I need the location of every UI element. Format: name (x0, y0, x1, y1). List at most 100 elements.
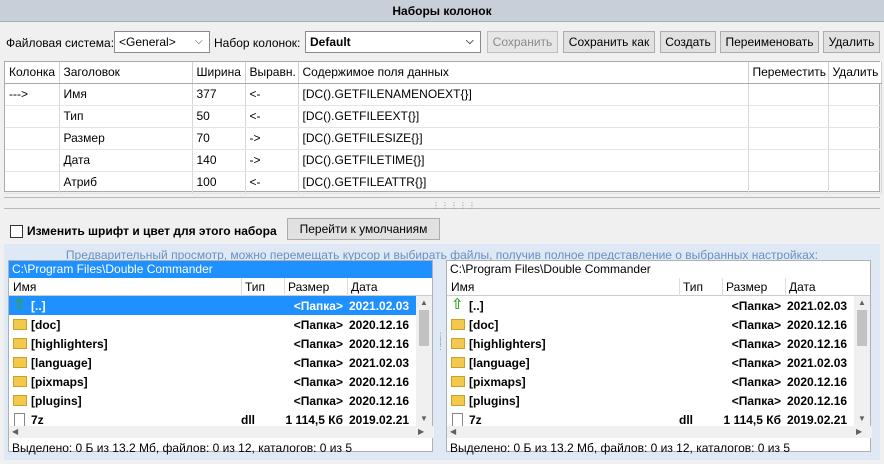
column-set-combo[interactable]: Default ⌵ (305, 31, 481, 53)
cell-move[interactable] (748, 171, 829, 194)
list-item[interactable]: ⇧ [..] <Папка> 2021.02.03 (447, 296, 870, 315)
cell-move[interactable] (748, 105, 829, 128)
save-as-button[interactable]: Сохранить как (563, 31, 655, 53)
left-vertical-scrollbar[interactable]: ▲ ▼ (416, 296, 432, 426)
chevron-down-icon: ⌵ (195, 36, 203, 47)
col-name[interactable]: Имя (451, 280, 474, 294)
list-item[interactable]: [plugins] <Папка> 2020.12.16 (9, 391, 432, 410)
right-panel-path[interactable]: C:\Program Files\Double Commander (447, 261, 870, 278)
cell-content[interactable]: [DC().GETFILENAMENOEXT{}] (298, 83, 749, 106)
defaults-button[interactable]: Перейти к умолчаниям (287, 218, 440, 240)
delete-button[interactable]: Удалить (823, 31, 880, 53)
cell-column[interactable] (5, 127, 60, 150)
scroll-down-icon[interactable]: ▼ (420, 414, 428, 423)
left-horizontal-scrollbar[interactable]: ◀ ▶ (9, 426, 434, 438)
cell-align[interactable]: -> (245, 149, 299, 172)
list-item[interactable]: [pixmaps] <Папка> 2020.12.16 (9, 372, 432, 391)
scroll-left-icon[interactable]: ◀ (450, 427, 456, 436)
cell-title[interactable]: Тип (59, 105, 193, 128)
grid-row[interactable]: Дата 140 -> [DC().GETFILETIME{}] (5, 149, 882, 172)
left-file-panel[interactable]: C:\Program Files\Double Commander Имя Ти… (8, 260, 434, 455)
cell-delete[interactable] (828, 105, 882, 128)
scroll-right-icon[interactable]: ▶ (418, 427, 424, 436)
scroll-thumb[interactable] (857, 310, 867, 346)
cell-width[interactable]: 70 (192, 127, 246, 150)
cell-width[interactable]: 100 (192, 171, 246, 194)
cell-width[interactable]: 140 (192, 149, 246, 172)
cell-delete[interactable] (828, 171, 882, 194)
cell-content[interactable]: [DC().GETFILEEXT{}] (298, 105, 749, 128)
change-font-checkbox[interactable] (10, 224, 23, 238)
cell-column[interactable] (5, 149, 60, 172)
scroll-thumb[interactable] (419, 310, 429, 346)
list-item[interactable]: [doc] <Папка> 2020.12.16 (9, 315, 432, 334)
cell-column[interactable] (5, 171, 60, 194)
col-date[interactable]: Дата (789, 280, 816, 294)
list-item[interactable]: 7z dll 1 114,5 Кб 2019.02.21 (9, 410, 432, 426)
cell-column[interactable]: ---> (5, 83, 60, 106)
scroll-up-icon[interactable]: ▲ (858, 298, 866, 307)
scroll-right-icon[interactable]: ▶ (856, 427, 862, 436)
horizontal-splitter[interactable]: ⋮⋮⋮⋮⋮ (4, 197, 880, 210)
cell-align[interactable]: <- (245, 171, 299, 194)
cell-move[interactable] (748, 127, 829, 150)
columns-grid[interactable]: Колонка Заголовок Ширина Выравн. Содержи… (4, 61, 882, 194)
grid-row[interactable]: Размер 70 -> [DC().GETFILESIZE{}] (5, 127, 882, 150)
cell-title[interactable]: Атриб (59, 171, 193, 194)
cell-delete[interactable] (828, 83, 882, 106)
cell-content[interactable]: [DC().GETFILEATTR{}] (298, 171, 749, 194)
grid-row[interactable]: Атриб 100 <- [DC().GETFILEATTR{}] (5, 171, 882, 194)
list-item[interactable]: 7z dll 1 114,5 Кб 2019.02.21 (447, 410, 870, 426)
cell-delete[interactable] (828, 149, 882, 172)
cell-content[interactable]: [DC().GETFILESIZE{}] (298, 127, 749, 150)
right-file-panel[interactable]: C:\Program Files\Double Commander Имя Ти… (446, 260, 872, 455)
filesystem-combo[interactable]: <General> ⌵ (114, 31, 210, 53)
cell-align[interactable]: <- (245, 105, 299, 128)
list-item[interactable]: ⇧ [..] <Папка> 2021.02.03 (9, 296, 432, 315)
header-title: Заголовок (59, 62, 193, 84)
cell-delete[interactable] (828, 127, 882, 150)
right-file-list[interactable]: ⇧ [..] <Папка> 2021.02.03 [doc] <Папка> … (447, 296, 870, 426)
scroll-left-icon[interactable]: ◀ (12, 427, 18, 436)
file-icon (14, 413, 25, 426)
create-button[interactable]: Создать (660, 31, 716, 53)
left-file-list[interactable]: ⇧ [..] <Папка> 2021.02.03 [doc] <Папка> … (9, 296, 432, 426)
right-vertical-scrollbar[interactable]: ▲ ▼ (854, 296, 870, 426)
right-panel-status: Выделено: 0 Б из 13.2 Мб, файлов: 0 из 1… (450, 441, 791, 455)
col-date[interactable]: Дата (351, 280, 378, 294)
cell-width[interactable]: 377 (192, 83, 246, 106)
col-type[interactable]: Тип (683, 280, 703, 294)
col-size[interactable]: Размер (288, 280, 329, 294)
list-item[interactable]: [pixmaps] <Папка> 2020.12.16 (447, 372, 870, 391)
rename-button[interactable]: Переименовать (720, 31, 819, 53)
panel-splitter-grip-icon[interactable]: ⋮ ⋮ ⋮ (436, 332, 445, 351)
left-panel-path[interactable]: C:\Program Files\Double Commander (9, 261, 432, 278)
right-horizontal-scrollbar[interactable]: ◀ ▶ (447, 426, 872, 438)
list-item[interactable]: [highlighters] <Папка> 2020.12.16 (447, 334, 870, 353)
list-item[interactable]: [highlighters] <Папка> 2020.12.16 (9, 334, 432, 353)
cell-title[interactable]: Имя (59, 83, 193, 106)
cell-content[interactable]: [DC().GETFILETIME{}] (298, 149, 749, 172)
list-item[interactable]: [doc] <Папка> 2020.12.16 (447, 315, 870, 334)
list-item[interactable]: [language] <Папка> 2021.02.03 (447, 353, 870, 372)
grid-row[interactable]: Тип 50 <- [DC().GETFILEEXT{}] (5, 105, 882, 128)
change-font-option[interactable]: Изменить шрифт и цвет для этого набора (10, 224, 277, 238)
cell-width[interactable]: 50 (192, 105, 246, 128)
cell-title[interactable]: Дата (59, 149, 193, 172)
list-item[interactable]: [plugins] <Папка> 2020.12.16 (447, 391, 870, 410)
cell-column[interactable] (5, 105, 60, 128)
cell-title[interactable]: Размер (59, 127, 193, 150)
cell-align[interactable]: -> (245, 127, 299, 150)
col-name[interactable]: Имя (13, 280, 36, 294)
cell-move[interactable] (748, 83, 829, 106)
save-button[interactable]: Сохранить (487, 31, 558, 53)
col-type[interactable]: Тип (245, 280, 265, 294)
cell-align[interactable]: <- (245, 83, 299, 106)
grid-row[interactable]: ---> Имя 377 <- [DC().GETFILENAMENOEXT{}… (5, 83, 882, 106)
list-item[interactable]: [language] <Папка> 2021.02.03 (9, 353, 432, 372)
scroll-up-icon[interactable]: ▲ (420, 298, 428, 307)
scroll-down-icon[interactable]: ▼ (858, 414, 866, 423)
column-set-value: Default (310, 35, 351, 49)
cell-move[interactable] (748, 149, 829, 172)
col-size[interactable]: Размер (726, 280, 767, 294)
